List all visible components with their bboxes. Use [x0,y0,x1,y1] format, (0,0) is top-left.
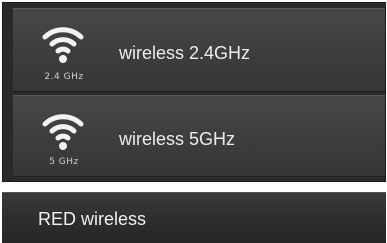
network-row-2-4ghz[interactable]: 2.4 GHz wireless 2.4GHz [13,8,385,92]
wifi-icon [39,110,87,152]
network-name: wireless 5GHz [119,129,236,149]
network-selector-screen: 2.4 GHz wireless 2.4GHz 5 GHz wireless 5… [0,0,387,243]
selected-network-bar[interactable]: RED wireless [2,192,386,243]
network-name: wireless 2.4GHz [119,43,251,63]
band-badge: 2.4 GHz [44,72,84,82]
network-list-panel: 2.4 GHz wireless 2.4GHz 5 GHz wireless 5… [2,2,386,182]
wifi-icon [39,23,87,65]
band-badge: 5 GHz [49,157,79,167]
network-row-5ghz[interactable]: 5 GHz wireless 5GHz [13,95,385,177]
selected-network-name: RED wireless [38,209,147,229]
